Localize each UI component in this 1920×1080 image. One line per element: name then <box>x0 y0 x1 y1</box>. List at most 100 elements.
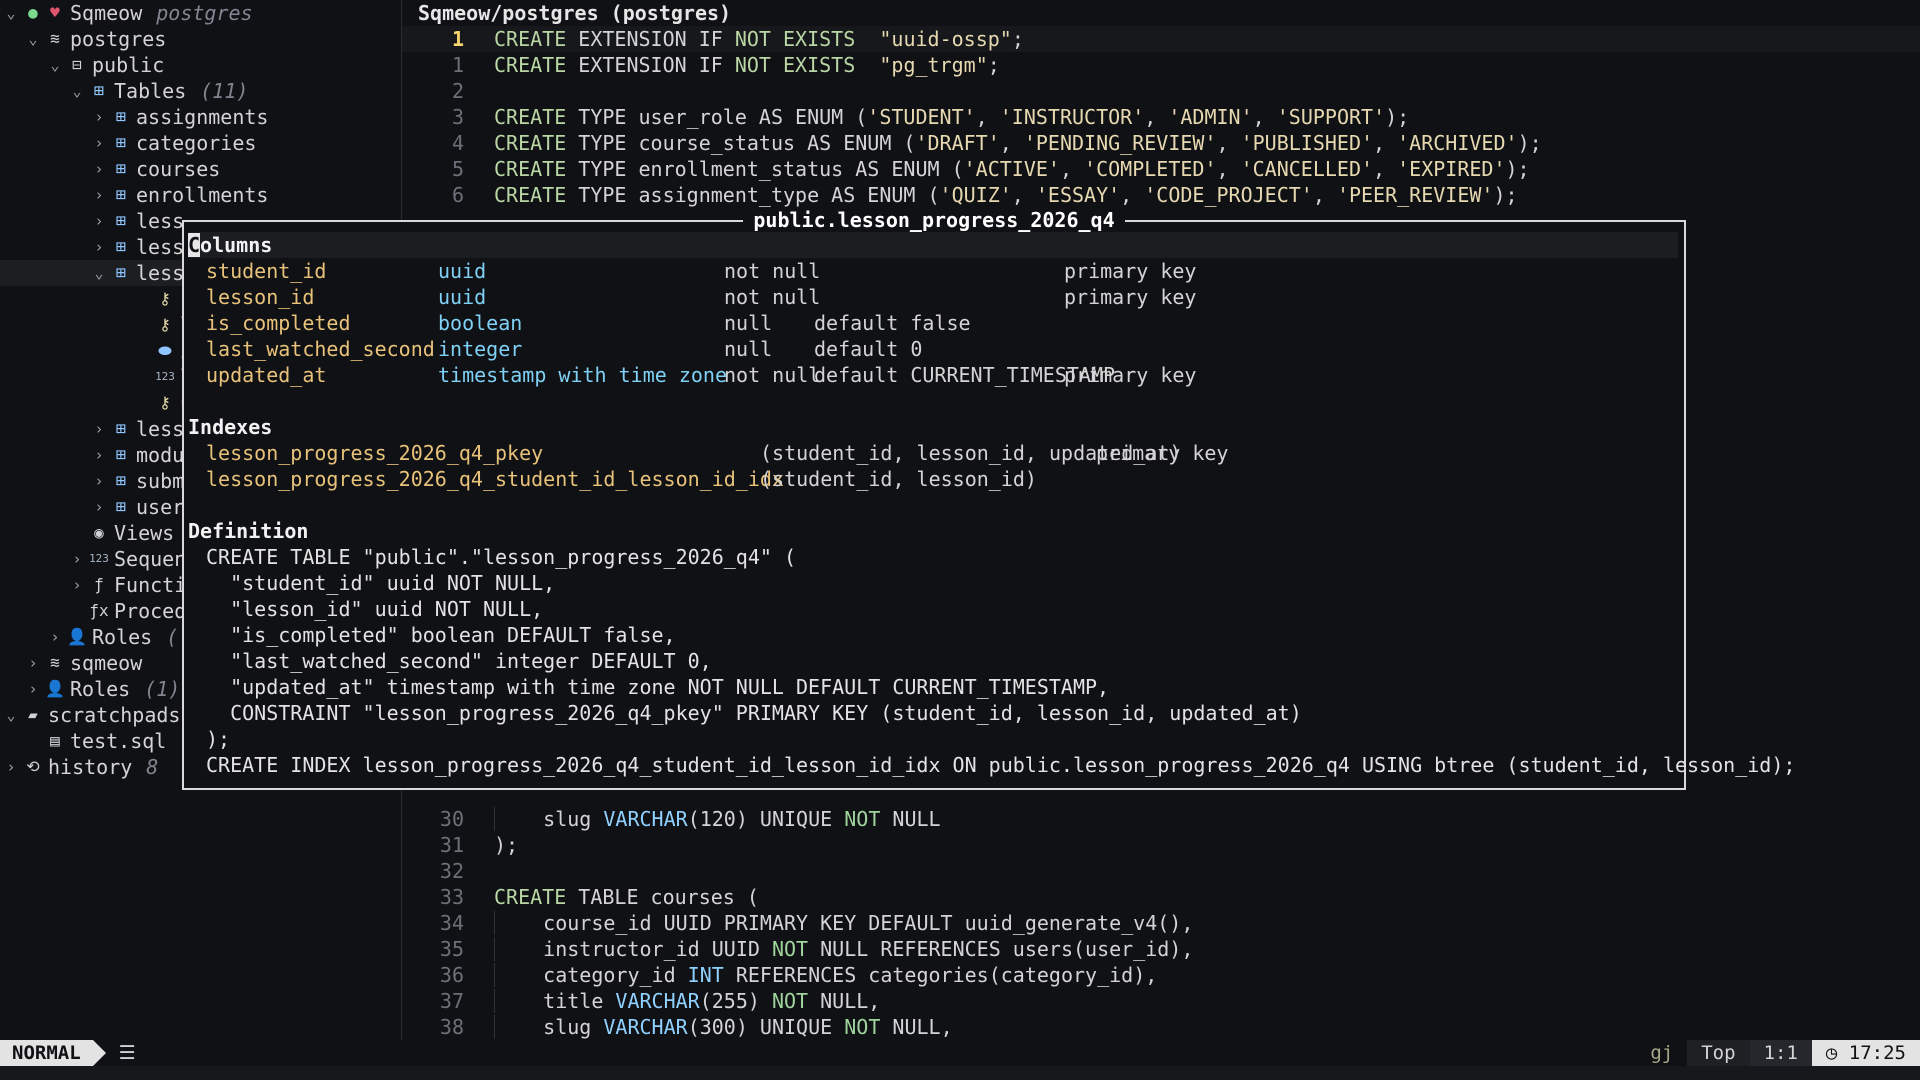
column-default: default false <box>814 311 971 335</box>
index-name: lesson_progress_2026_q4_pkey <box>206 441 544 465</box>
code-token: slug <box>543 1015 604 1039</box>
chevron-icon[interactable]: › <box>88 442 110 468</box>
tree-item[interactable]: › ⊞ subm <box>0 468 184 494</box>
clock: ◷ 17:25 <box>1811 1040 1920 1066</box>
chevron-icon[interactable]: ⌄ <box>0 0 22 26</box>
code-token: title <box>543 989 616 1013</box>
tree-item[interactable]: › ⊞ categories <box>0 130 256 156</box>
tree-item[interactable]: › ≋ sqmeow <box>0 650 142 676</box>
chevron-icon[interactable]: › <box>88 416 110 442</box>
code-line[interactable]: 37 title VARCHAR(255) NOT NULL, <box>402 988 1920 1014</box>
tree-label: less <box>136 235 185 259</box>
code-line[interactable]: 4 CREATE TYPE course_status AS ENUM ('DRA… <box>402 130 1920 156</box>
tree-item[interactable]: › ƒ Functi <box>0 572 186 598</box>
tree-item[interactable]: › 123 Sequen <box>0 546 186 572</box>
tree-item[interactable]: ƒx Proced <box>0 598 186 624</box>
tree-item[interactable]: ▤ test.sql <box>0 728 166 754</box>
tree-item[interactable]: ⬬is <box>0 338 204 364</box>
chevron-icon[interactable]: › <box>88 182 110 208</box>
chevron-icon[interactable]: › <box>88 494 110 520</box>
tree-item[interactable]: › 👤 Roles (1) <box>0 676 180 702</box>
code-line[interactable]: 2 <box>402 78 1920 104</box>
tree-label: courses <box>136 157 221 181</box>
tree-label: assignments <box>136 105 269 129</box>
code-line[interactable]: 1 CREATE EXTENSION IF NOT EXISTS "uuid-os… <box>402 26 1920 52</box>
chevron-icon[interactable]: ⌄ <box>22 26 44 52</box>
chevron-icon[interactable]: › <box>88 468 110 494</box>
chevron-icon[interactable]: › <box>88 234 110 260</box>
code-line[interactable]: 1 CREATE EXTENSION IF NOT EXISTS "pg_trgm… <box>402 52 1920 78</box>
tree-item[interactable]: › ⊞ courses <box>0 156 220 182</box>
code-line[interactable]: 30 slug VARCHAR(120) UNIQUE NOT NULL <box>402 806 1920 832</box>
tree-item[interactable]: › ⊞ less <box>0 208 184 234</box>
table-info-popup: public.lesson_progress_2026_q4 Columns st… <box>182 208 1795 790</box>
tree-label: subm <box>136 469 185 493</box>
chevron-icon[interactable]: › <box>22 676 44 702</box>
code-line[interactable]: 3 CREATE TYPE user_role AS ENUM ('STUDENT… <box>402 104 1920 130</box>
indent-guide <box>494 963 544 987</box>
command-line[interactable] <box>0 1066 1920 1080</box>
code-line[interactable]: 32 <box>402 858 1920 884</box>
tree-icon: ⊞ <box>115 159 127 179</box>
chevron-icon[interactable]: ⌄ <box>44 52 66 78</box>
tree-label: sqmeow <box>70 651 143 675</box>
code-token: category_id <box>543 963 688 987</box>
code-token: CREATE <box>494 885 567 909</box>
code-token: EXTENSION IF <box>578 53 735 77</box>
tree-item[interactable]: ⚷le <box>0 312 204 338</box>
chevron-icon[interactable]: › <box>22 650 44 676</box>
chevron-icon[interactable]: › <box>66 572 88 598</box>
tree-item[interactable]: ⌄ ● ♥ Sqmeow postgres <box>0 0 252 26</box>
tree-item[interactable]: › ⊞ assignments <box>0 104 268 130</box>
code-token: , <box>1373 131 1398 155</box>
code-token: TYPE assignment_type AS ENUM ( <box>578 183 940 207</box>
column-name: student_id <box>206 259 327 283</box>
tree-label: enrollments <box>136 183 269 207</box>
text-cursor: C <box>188 233 201 257</box>
tree-item[interactable]: 123la <box>0 364 204 390</box>
tree-icon: 123 <box>155 370 175 383</box>
clock-icon: ◷ <box>1825 1042 1838 1064</box>
tree-item[interactable]: › ⊞ modu <box>0 442 184 468</box>
code-line[interactable]: 31); <box>402 832 1920 858</box>
code-line[interactable]: 38 slug VARCHAR(300) UNIQUE NOT NULL, <box>402 1014 1920 1040</box>
tree-extra: 8 <box>146 755 159 779</box>
chevron-icon[interactable]: › <box>0 754 22 780</box>
chevron-icon[interactable]: ⌄ <box>66 78 88 104</box>
tree-item[interactable]: › 👤 Roles ( <box>0 624 178 650</box>
tree-label: Proced <box>114 599 187 623</box>
tree-item[interactable]: ⌄ ▰ scratchpads <box>0 702 180 728</box>
chevron-icon[interactable]: ⌄ <box>0 702 22 728</box>
tree-item[interactable]: › ⊞ user <box>0 494 184 520</box>
code-token: (300) UNIQUE <box>687 1015 845 1039</box>
tree-item[interactable]: ◉ Views <box>0 520 174 546</box>
chevron-icon[interactable]: ⌄ <box>88 260 110 286</box>
code-line[interactable]: 5 CREATE TYPE enrollment_status AS ENUM (… <box>402 156 1920 182</box>
code-line[interactable]: 36 category_id INT REFERENCES categories… <box>402 962 1920 988</box>
popup-title: public.lesson_progress_2026_q4 <box>743 208 1125 232</box>
definition-line: "last_watched_second" integer DEFAULT 0, <box>206 649 712 673</box>
tree-item[interactable]: ⌄ ≋ postgres <box>0 26 166 52</box>
code-line[interactable]: 35 instructor_id UUID NOT NULL REFERENCE… <box>402 936 1920 962</box>
chevron-icon[interactable]: › <box>88 208 110 234</box>
chevron-icon[interactable]: › <box>88 156 110 182</box>
chevron-icon[interactable]: › <box>66 546 88 572</box>
code-token: INT <box>687 963 724 987</box>
definition-heading: Definition <box>188 519 309 543</box>
tree-label: public <box>92 53 165 77</box>
code-line[interactable]: 33 CREATE TABLE courses ( <box>402 884 1920 910</box>
tree-item[interactable]: › ⊞ enrollments <box>0 182 268 208</box>
code-line[interactable]: 6 CREATE TYPE assignment_type AS ENUM ('Q… <box>402 182 1920 208</box>
tree-item[interactable]: › ⊞ less <box>0 234 184 260</box>
tree-label: user <box>136 495 185 519</box>
code-line[interactable]: 34 course_id UUID PRIMARY KEY DEFAULT uu… <box>402 910 1920 936</box>
tree-item[interactable]: ⚷up <box>0 390 204 416</box>
chevron-icon[interactable]: › <box>44 624 66 650</box>
chevron-icon[interactable]: › <box>88 130 110 156</box>
tree-item[interactable]: ⌄ ⊟ public <box>0 52 164 78</box>
tree-item[interactable]: ⚷st <box>0 286 204 312</box>
tree-item[interactable]: › ⊞ less <box>0 416 184 442</box>
tree-item[interactable]: ⌄ ⊞ Tables (11) <box>0 78 248 104</box>
chevron-icon[interactable]: › <box>88 104 110 130</box>
tree-item[interactable]: › ⟲ history 8 <box>0 754 158 780</box>
